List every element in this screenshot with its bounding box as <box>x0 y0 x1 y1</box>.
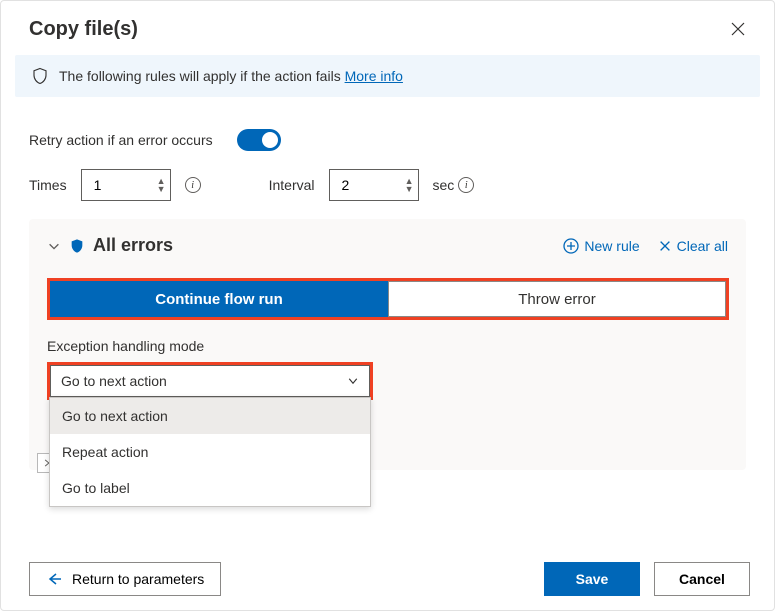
times-label: Times <box>29 177 67 193</box>
mode-option[interactable]: Go to next action <box>50 398 370 434</box>
interval-unit: sec <box>433 177 455 193</box>
mode-label: Exception handling mode <box>47 338 728 354</box>
banner-text: The following rules will apply if the ac… <box>59 68 345 84</box>
retry-toggle[interactable] <box>237 129 281 151</box>
interval-label: Interval <box>269 177 315 193</box>
mode-select-wrap: Go to next action Go to next action Repe… <box>47 362 373 400</box>
times-info-icon[interactable]: i <box>185 177 201 193</box>
flow-tab-group: Continue flow run Throw error <box>47 278 729 320</box>
x-icon <box>658 239 672 253</box>
mode-select[interactable]: Go to next action <box>50 365 370 397</box>
tab-continue-flow[interactable]: Continue flow run <box>50 281 388 317</box>
mode-option[interactable]: Go to label <box>50 470 370 506</box>
more-info-link[interactable]: More info <box>345 68 403 84</box>
times-field[interactable] <box>92 176 157 194</box>
dialog-title: Copy file(s) <box>29 18 138 41</box>
interval-input[interactable]: ▲▼ <box>329 169 419 201</box>
close-button[interactable] <box>726 17 750 41</box>
chevron-down-icon <box>347 375 359 387</box>
mode-selected-value: Go to next action <box>61 373 167 389</box>
retry-label: Retry action if an error occurs <box>29 132 213 148</box>
tab-throw-error[interactable]: Throw error <box>388 281 726 317</box>
chevron-down-icon[interactable] <box>47 239 61 253</box>
arrow-left-icon <box>46 571 62 587</box>
mode-option[interactable]: Repeat action <box>50 434 370 470</box>
clear-all-button[interactable]: Clear all <box>658 238 728 254</box>
shield-solid-icon <box>69 238 85 254</box>
shield-icon <box>31 67 49 85</box>
errors-panel: All errors New rule Clear all Continue f… <box>29 219 746 470</box>
mode-dropdown: Go to next action Repeat action Go to la… <box>49 397 371 507</box>
errors-title: All errors <box>93 235 173 256</box>
new-rule-button[interactable]: New rule <box>563 238 639 254</box>
cancel-button[interactable]: Cancel <box>654 562 750 596</box>
interval-field[interactable] <box>340 176 405 194</box>
close-icon <box>730 21 746 37</box>
times-spinner[interactable]: ▲▼ <box>157 177 166 193</box>
interval-spinner[interactable]: ▲▼ <box>405 177 414 193</box>
times-input[interactable]: ▲▼ <box>81 169 171 201</box>
rules-banner: The following rules will apply if the ac… <box>15 55 760 97</box>
return-to-parameters-button[interactable]: Return to parameters <box>29 562 221 596</box>
interval-info-icon[interactable]: i <box>458 177 474 193</box>
plus-circle-icon <box>563 238 579 254</box>
save-button[interactable]: Save <box>544 562 640 596</box>
